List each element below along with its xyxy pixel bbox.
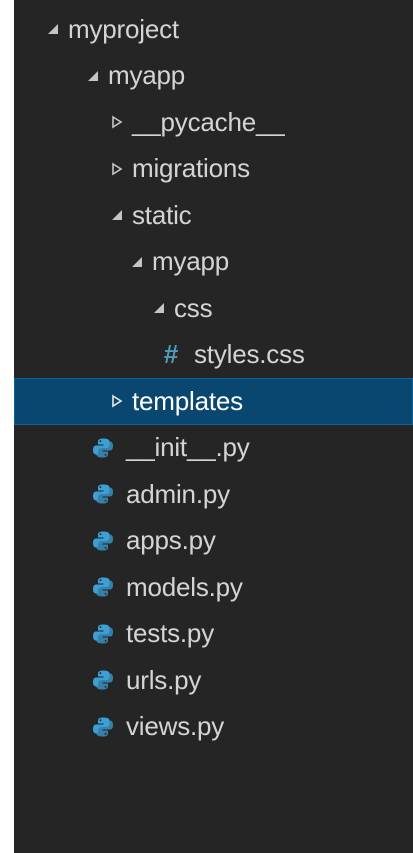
python-icon bbox=[92, 669, 114, 691]
tree-item-apps-py[interactable]: apps.py bbox=[14, 518, 413, 565]
tree-item-migrations[interactable]: migrations bbox=[14, 146, 413, 193]
tree-item-label: tests.py bbox=[126, 618, 214, 649]
tree-item-label: migrations bbox=[132, 153, 250, 184]
tree-item-tests-py[interactable]: tests.py bbox=[14, 611, 413, 658]
python-icon bbox=[92, 437, 114, 459]
chevron-collapsed-icon[interactable] bbox=[108, 159, 132, 179]
chevron-collapsed-icon[interactable] bbox=[108, 391, 132, 411]
tree-item-label: templates bbox=[132, 385, 243, 416]
tree-item-styles-css[interactable]: # styles.css bbox=[14, 332, 413, 379]
tree-item-pycache[interactable]: __pycache__ bbox=[14, 99, 413, 146]
tree-item-models-py[interactable]: models.py bbox=[14, 564, 413, 611]
tree-item-myproject[interactable]: myproject bbox=[14, 6, 413, 53]
file-explorer-panel: myproject myapp __pycache__ migrations s… bbox=[14, 0, 413, 853]
tree-item-label: urls.py bbox=[126, 664, 202, 695]
tree-item-css[interactable]: css bbox=[14, 285, 413, 332]
tree-item-static[interactable]: static bbox=[14, 192, 413, 239]
tree-item-label: css bbox=[174, 292, 213, 323]
tree-item-label: myapp bbox=[108, 60, 186, 91]
chevron-expanded-icon[interactable] bbox=[128, 252, 152, 272]
tree-item-label: __pycache__ bbox=[132, 106, 285, 137]
python-icon bbox=[92, 483, 114, 505]
hash-icon: # bbox=[163, 339, 179, 370]
tree-item-myapp[interactable]: myapp bbox=[14, 53, 413, 100]
chevron-collapsed-icon[interactable] bbox=[108, 112, 132, 132]
tree-item-admin-py[interactable]: admin.py bbox=[14, 471, 413, 518]
chevron-expanded-icon[interactable] bbox=[44, 19, 68, 39]
tree-item-label: models.py bbox=[126, 571, 243, 602]
file-tree: myproject myapp __pycache__ migrations s… bbox=[14, 0, 413, 750]
tree-item-label: static bbox=[132, 199, 192, 230]
tree-item-views-py[interactable]: views.py bbox=[14, 704, 413, 751]
chevron-expanded-icon[interactable] bbox=[108, 205, 132, 225]
tree-item-label: views.py bbox=[126, 711, 225, 742]
tree-item-static-myapp[interactable]: myapp bbox=[14, 239, 413, 286]
tree-item-label: myproject bbox=[68, 13, 179, 44]
python-icon bbox=[92, 623, 114, 645]
chevron-expanded-icon[interactable] bbox=[84, 66, 108, 86]
tree-item-label: __init__.py bbox=[126, 432, 250, 463]
python-icon bbox=[92, 530, 114, 552]
python-icon bbox=[92, 576, 114, 598]
python-icon bbox=[92, 716, 114, 738]
tree-item-templates[interactable]: templates bbox=[14, 378, 413, 425]
tree-item-label: myapp bbox=[152, 246, 230, 277]
chevron-expanded-icon[interactable] bbox=[150, 298, 174, 318]
tree-item-label: apps.py bbox=[126, 525, 216, 556]
tree-item-urls-py[interactable]: urls.py bbox=[14, 657, 413, 704]
tree-item-label: styles.css bbox=[194, 339, 305, 370]
tree-item-init-py[interactable]: __init__.py bbox=[14, 425, 413, 472]
tree-item-label: admin.py bbox=[126, 478, 230, 509]
